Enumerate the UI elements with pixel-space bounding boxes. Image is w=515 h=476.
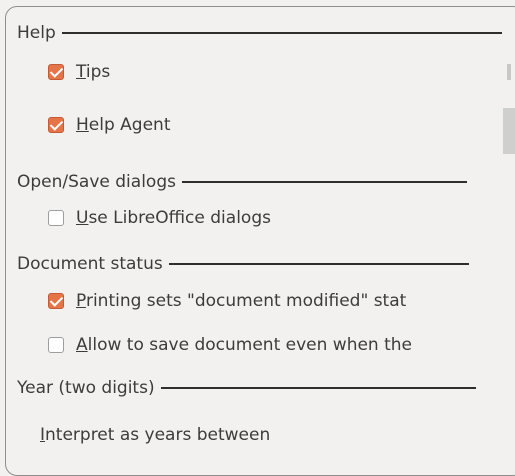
checkbox-checked-icon[interactable] (48, 117, 64, 133)
allow-save-unmodified-label: Allow to save document even when the (76, 335, 413, 355)
section-year-title: Year (two digits) (17, 378, 155, 398)
section-help-title: Help (17, 23, 56, 43)
section-document-status-title: Document status (17, 254, 163, 274)
allow-save-unmodified-checkbox[interactable]: Allow to save document even when the (48, 333, 412, 357)
section-divider (168, 263, 469, 265)
section-year-header: Year (two digits) (17, 377, 476, 399)
tips-label: Tips (76, 62, 111, 82)
cropped-control-edge (507, 64, 511, 80)
section-help-header: Help (17, 22, 502, 44)
cropped-button-edge[interactable] (503, 108, 515, 154)
use-libreoffice-dialogs-label: Use LibreOffice dialogs (76, 208, 271, 228)
tips-checkbox[interactable]: Tips (48, 60, 110, 84)
printing-sets-modified-label: Printing sets "document modified" stat (76, 291, 407, 311)
printing-sets-modified-checkbox[interactable]: Printing sets "document modified" stat (48, 289, 406, 313)
section-document-status-header: Document status (17, 253, 469, 275)
help-agent-label: Help Agent (76, 115, 171, 135)
section-open-save-title: Open/Save dialogs (17, 172, 176, 192)
interpret-years-label: Interpret as years between (40, 425, 271, 445)
checkbox-unchecked-icon[interactable] (48, 210, 64, 226)
help-agent-checkbox[interactable]: Help Agent (48, 113, 171, 137)
checkbox-unchecked-icon[interactable] (48, 337, 64, 353)
checkbox-checked-icon[interactable] (48, 64, 64, 80)
section-divider (160, 387, 476, 389)
section-open-save-header: Open/Save dialogs (17, 171, 467, 193)
use-libreoffice-dialogs-checkbox[interactable]: Use LibreOffice dialogs (48, 206, 271, 230)
section-divider (181, 181, 467, 183)
checkbox-checked-icon[interactable] (48, 293, 64, 309)
section-divider (61, 32, 502, 34)
